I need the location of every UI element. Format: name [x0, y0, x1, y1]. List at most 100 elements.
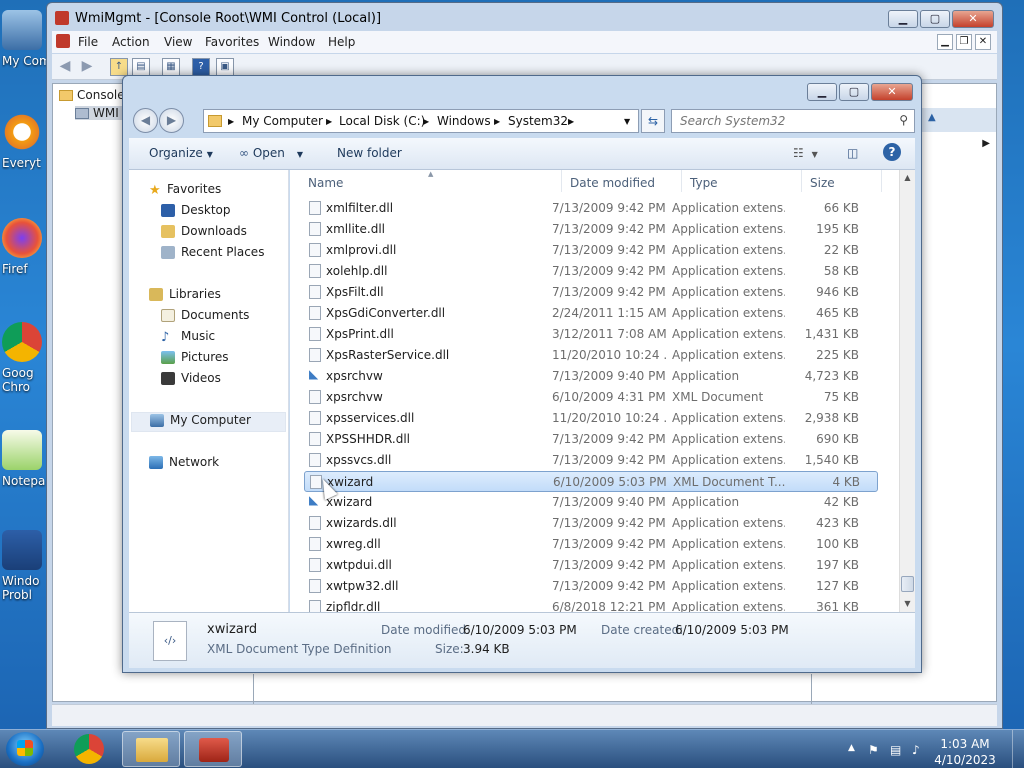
- file-row[interactable]: xolehlp.dll 7/13/2009 9:42 PM Application …: [304, 261, 878, 282]
- column-header-date[interactable]: Date modified: [562, 170, 682, 192]
- breadcrumb-separator[interactable]: ▶: [568, 117, 574, 126]
- show-hide-tree-icon[interactable]: ▤: [132, 58, 150, 76]
- file-row[interactable]: xwizard 6/10/2009 5:03 PM XML Document T..…: [304, 471, 878, 492]
- nav-videos[interactable]: Videos: [161, 371, 311, 391]
- file-row[interactable]: xwtpw32.dll 7/13/2009 9:42 PM Application …: [304, 576, 878, 597]
- show-action-pane-icon[interactable]: ▣: [216, 58, 234, 76]
- menu-favorites[interactable]: Favorites: [205, 35, 259, 49]
- refresh-button[interactable]: ⇆: [641, 109, 665, 133]
- menu-file[interactable]: File: [78, 35, 98, 49]
- up-folder-icon[interactable]: ↑: [110, 58, 128, 76]
- desktop-icon-my-computer[interactable]: My Com: [2, 10, 48, 68]
- nav-music[interactable]: ♪ Music: [161, 329, 311, 349]
- breadcrumb-separator[interactable]: ▶: [326, 117, 332, 126]
- vertical-scrollbar[interactable]: ▲ ▼: [899, 170, 915, 612]
- nav-downloads[interactable]: Downloads: [161, 224, 311, 244]
- forward-arrow-icon[interactable]: ▶: [78, 58, 96, 76]
- file-row[interactable]: xwtpdui.dll 7/13/2009 9:42 PM Application …: [304, 555, 878, 576]
- desktop-icon-chrome[interactable]: Goog Chro: [2, 322, 48, 394]
- desktop-icon-notepad[interactable]: Notepa: [2, 430, 48, 488]
- file-row[interactable]: xwizards.dll 7/13/2009 9:42 PM Application…: [304, 513, 878, 534]
- nav-desktop[interactable]: Desktop: [161, 203, 311, 223]
- tree-node-console-root[interactable]: Console: [59, 88, 125, 102]
- minimize-button[interactable]: ▁: [888, 10, 918, 28]
- scroll-up-arrow[interactable]: ▲: [900, 170, 915, 186]
- breadcrumb-windows[interactable]: Windows: [437, 114, 491, 128]
- menu-help[interactable]: Help: [328, 35, 355, 49]
- back-button[interactable]: ◀: [133, 108, 158, 133]
- volume-muted-icon[interactable]: ♪: [912, 743, 926, 757]
- desktop-icon-everything[interactable]: Everyt: [2, 112, 48, 170]
- column-header-type[interactable]: Type: [682, 170, 802, 192]
- preview-pane-icon[interactable]: ◫: [847, 146, 858, 160]
- clock[interactable]: 1:03 AM 4/10/2023: [930, 736, 1000, 768]
- file-row[interactable]: XPSSHHDR.dll 7/13/2009 9:42 PM Application…: [304, 429, 878, 450]
- breadcrumb-separator[interactable]: ▶: [423, 117, 429, 126]
- forward-button[interactable]: ▶: [159, 108, 184, 133]
- mdi-close-button[interactable]: ✕: [975, 34, 991, 50]
- close-button[interactable]: ✕: [952, 10, 994, 28]
- new-folder-button[interactable]: New folder: [337, 146, 402, 160]
- breadcrumb-my-computer[interactable]: My Computer: [242, 114, 323, 128]
- file-row[interactable]: xpssvcs.dll 7/13/2009 9:42 PM Application …: [304, 450, 878, 471]
- network-icon[interactable]: ▤: [890, 743, 904, 757]
- organize-button[interactable]: Organize ▼: [149, 146, 213, 160]
- desktop-icon-firefox[interactable]: Firef: [2, 218, 48, 276]
- nav-pictures[interactable]: Pictures: [161, 350, 311, 370]
- chevron-down-icon[interactable]: ▼: [624, 117, 630, 126]
- column-header-size[interactable]: Size: [802, 170, 882, 192]
- address-bar[interactable]: ▶ My Computer ▶ Local Disk (C:) ▶ Window…: [203, 109, 639, 133]
- breadcrumb-local-disk[interactable]: Local Disk (C:): [339, 114, 425, 128]
- nav-my-computer[interactable]: My Computer: [131, 412, 286, 432]
- breadcrumb-system32[interactable]: System32: [508, 114, 568, 128]
- scroll-thumb[interactable]: [901, 576, 914, 592]
- breadcrumb-separator[interactable]: ▶: [494, 117, 500, 126]
- menu-action[interactable]: Action: [112, 35, 150, 49]
- nav-favorites[interactable]: ★ Favorites: [149, 182, 299, 202]
- file-row[interactable]: XpsPrint.dll 3/12/2011 7:08 AM Application…: [304, 324, 878, 345]
- start-button[interactable]: [6, 732, 44, 766]
- file-row[interactable]: XpsGdiConverter.dll 2/24/2011 1:15 AM Appl…: [304, 303, 878, 324]
- open-button[interactable]: ∞ Open ▼: [239, 146, 303, 160]
- file-row[interactable]: xwizard 7/13/2009 9:40 PM Application 42 KB: [304, 492, 878, 513]
- menu-window[interactable]: Window: [268, 35, 315, 49]
- properties-icon[interactable]: ▦: [162, 58, 180, 76]
- help-icon[interactable]: ?: [883, 143, 901, 161]
- action-center-flag-icon[interactable]: ⚑: [868, 743, 882, 757]
- search-input[interactable]: [672, 110, 882, 132]
- nav-documents[interactable]: Documents: [161, 308, 311, 328]
- scroll-down-arrow[interactable]: ▼: [900, 596, 915, 612]
- help-icon[interactable]: ?: [192, 58, 210, 76]
- file-row[interactable]: xwreg.dll 7/13/2009 9:42 PM Application ex…: [304, 534, 878, 555]
- close-button[interactable]: ✕: [871, 83, 913, 101]
- file-row[interactable]: xpsrchvw 7/13/2009 9:40 PM Application 4,72…: [304, 366, 878, 387]
- tree-node-wmi-control[interactable]: WMI: [75, 106, 125, 120]
- desktop-icon-windows-problem[interactable]: Windo Probl: [2, 530, 48, 602]
- maximize-button[interactable]: ▢: [839, 83, 869, 101]
- minimize-button[interactable]: ▁: [807, 83, 837, 101]
- mdi-restore-button[interactable]: ❐: [956, 34, 972, 50]
- collapse-icon[interactable]: ▲: [928, 112, 936, 123]
- file-row[interactable]: xmllite.dll 7/13/2009 9:42 PM Application …: [304, 219, 878, 240]
- search-icon[interactable]: ⚲: [899, 113, 908, 127]
- expand-arrow-icon[interactable]: ▶: [982, 138, 990, 149]
- breadcrumb-separator[interactable]: ▶: [228, 117, 234, 126]
- file-row[interactable]: XpsRasterService.dll 11/20/2010 10:24 ...…: [304, 345, 878, 366]
- show-desktop-button[interactable]: [1012, 730, 1024, 768]
- nav-recent-places[interactable]: Recent Places: [161, 245, 311, 265]
- menu-view[interactable]: View: [164, 35, 192, 49]
- taskbar-explorer[interactable]: [122, 731, 180, 767]
- file-row[interactable]: XpsFilt.dll 7/13/2009 9:42 PM Application …: [304, 282, 878, 303]
- file-row[interactable]: xmlprovi.dll 7/13/2009 9:42 PM Application…: [304, 240, 878, 261]
- taskbar-mmc[interactable]: [184, 731, 242, 767]
- taskbar-chrome[interactable]: [60, 731, 118, 767]
- nav-libraries[interactable]: Libraries: [149, 287, 299, 307]
- file-row[interactable]: xpsrchvw 6/10/2009 4:31 PM XML Document 75 …: [304, 387, 878, 408]
- mmc-titlebar[interactable]: WmiMgmt - [Console Root\WMI Control (Loc…: [47, 3, 1002, 33]
- back-arrow-icon[interactable]: ◀: [56, 58, 74, 76]
- maximize-button[interactable]: ▢: [920, 10, 950, 28]
- show-hidden-icons-icon[interactable]: ▲: [848, 743, 862, 757]
- nav-network[interactable]: Network: [149, 455, 299, 475]
- change-view-icon[interactable]: ☷ ▼: [793, 146, 818, 160]
- file-row[interactable]: xpsservices.dll 11/20/2010 10:24 ... Appli…: [304, 408, 878, 429]
